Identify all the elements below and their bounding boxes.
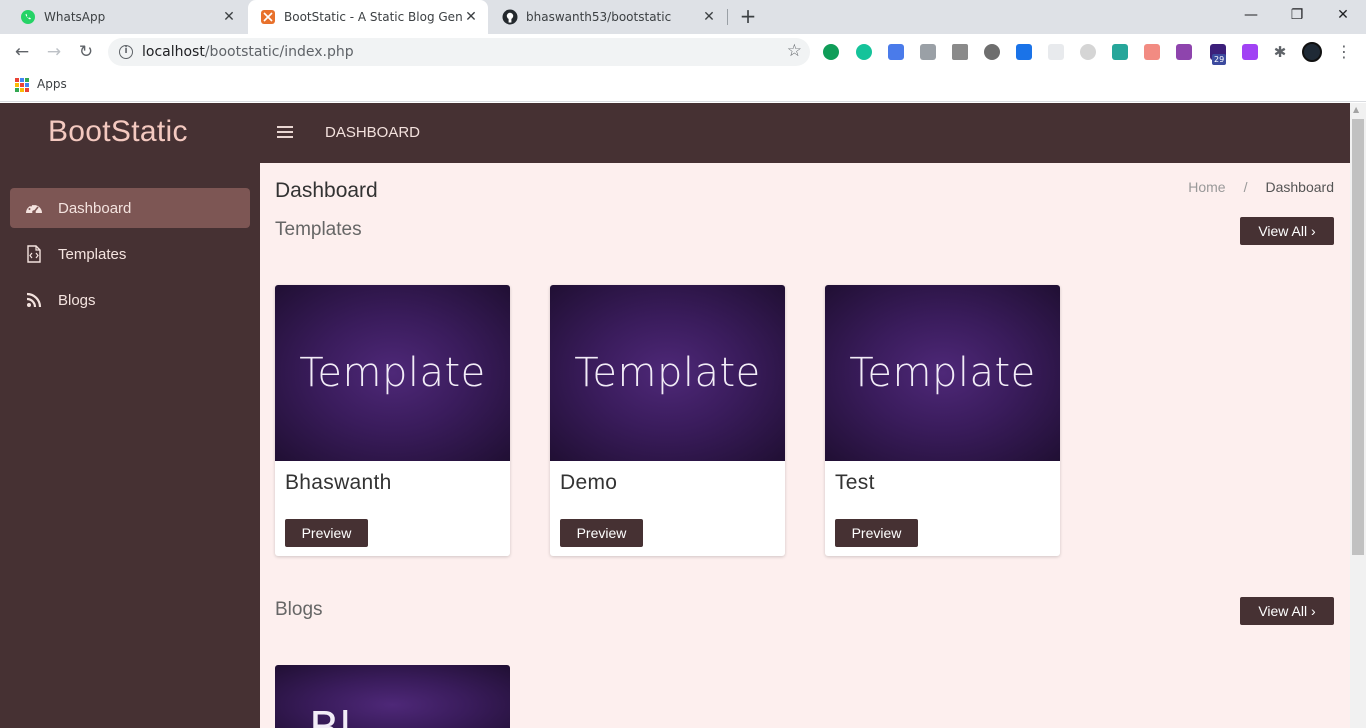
bookmark-star-icon[interactable]: ☆	[787, 41, 802, 61]
page-viewport: BootStatic DASHBOARD Dashboard Templates…	[0, 103, 1366, 728]
template-thumbnail[interactable]: Template	[825, 285, 1060, 461]
close-tab-icon[interactable]: ✕	[462, 9, 480, 25]
apps-bookmark[interactable]: Apps	[37, 77, 67, 91]
thumbnail-text: Bl	[309, 703, 351, 728]
restore-window-icon[interactable]: ❐	[1274, 0, 1320, 30]
template-name: Test	[835, 471, 875, 494]
sidebar-item-label: Blogs	[58, 291, 96, 309]
browser-tab-strip: WhatsApp ✕ BootStatic - A Static Blog Ge…	[0, 0, 1366, 34]
blogs-view-all-button[interactable]: View All ›	[1240, 597, 1334, 625]
template-thumbnail[interactable]: Template	[275, 285, 510, 461]
extension-icon[interactable]	[1144, 44, 1160, 60]
preview-button[interactable]: Preview	[835, 519, 918, 547]
thumbnail-text: Template	[849, 350, 1036, 396]
extension-icon[interactable]	[1112, 44, 1128, 60]
template-card: Template Bhaswanth Preview	[275, 285, 510, 556]
blog-card-thumbnail[interactable]: Bl	[275, 665, 510, 728]
vue-devtools-icon[interactable]	[952, 44, 968, 60]
evernote-extension-icon[interactable]	[823, 44, 839, 60]
scroll-up-arrow-icon[interactable]: ▲	[1353, 105, 1359, 114]
tab-github[interactable]: bhaswanth53/bootstatic ✕	[490, 0, 726, 34]
tab-bootstatic[interactable]: BootStatic - A Static Blog Genera ✕	[248, 0, 488, 34]
close-window-icon[interactable]: ✕	[1320, 0, 1366, 30]
blogs-section-title: Blogs	[275, 599, 323, 620]
hamburger-menu-icon[interactable]	[277, 126, 293, 138]
breadcrumb-home-link[interactable]: Home	[1188, 179, 1225, 195]
whatsapp-icon	[21, 10, 35, 24]
apps-grid-icon[interactable]	[15, 78, 29, 92]
sidebar-item-templates[interactable]: Templates	[10, 234, 250, 274]
template-card: Template Demo Preview	[550, 285, 785, 556]
tab-title: BootStatic - A Static Blog Genera	[284, 10, 462, 24]
extension-icon[interactable]	[1016, 44, 1032, 60]
new-tab-button[interactable]: +	[736, 5, 760, 29]
back-arrow-icon[interactable]: ←	[10, 40, 34, 64]
thumbnail-text: Template	[574, 350, 761, 396]
site-info-icon[interactable]: i	[119, 45, 133, 59]
scrollbar-thumb[interactable]	[1352, 119, 1364, 555]
tab-title: bhaswanth53/bootstatic	[526, 10, 672, 24]
sidebar: Dashboard Templates Blogs	[0, 163, 260, 728]
breadcrumb: Home / Dashboard	[1188, 179, 1334, 195]
extension-badge: 29	[1212, 54, 1227, 65]
github-icon	[502, 9, 518, 25]
navbar-page-title: DASHBOARD	[325, 124, 421, 141]
preview-button[interactable]: Preview	[560, 519, 643, 547]
grammarly-extension-icon[interactable]	[856, 44, 872, 60]
bootstatic-favicon-icon	[261, 10, 275, 24]
extension-icon[interactable]	[888, 44, 904, 60]
page-title: Dashboard	[275, 179, 378, 202]
page-scrollbar[interactable]: ▲	[1350, 103, 1366, 728]
sidebar-item-dashboard[interactable]: Dashboard	[10, 188, 250, 228]
tab-whatsapp[interactable]: WhatsApp ✕	[8, 0, 246, 34]
close-tab-icon[interactable]: ✕	[220, 9, 238, 25]
extensions-puzzle-icon[interactable]: ✱	[1272, 44, 1288, 60]
browser-toolbar: ← → ↻ i localhost/bootstatic/index.php ☆…	[0, 34, 1366, 70]
close-tab-icon[interactable]: ✕	[700, 9, 718, 25]
sidebar-item-blogs[interactable]: Blogs	[10, 280, 250, 320]
templates-view-all-button[interactable]: View All ›	[1240, 217, 1334, 245]
dashboard-gauge-icon	[24, 198, 44, 218]
url-host: localhost	[142, 44, 205, 60]
url-text: localhost/bootstatic/index.php	[142, 44, 354, 60]
breadcrumb-current: Dashboard	[1265, 179, 1335, 195]
browser-menu-icon[interactable]: ⋮	[1336, 42, 1352, 62]
extension-icon[interactable]	[984, 44, 1000, 60]
preview-button[interactable]: Preview	[285, 519, 368, 547]
reload-icon[interactable]: ↻	[74, 40, 98, 64]
profile-avatar[interactable]	[1302, 42, 1322, 62]
breadcrumb-separator: /	[1243, 179, 1248, 195]
sidebar-item-label: Templates	[58, 245, 127, 263]
forward-arrow-icon[interactable]: →	[42, 40, 66, 64]
bookmarks-bar: Apps	[0, 70, 1366, 102]
extension-icon[interactable]	[1176, 44, 1192, 60]
sidebar-item-label: Dashboard	[58, 199, 132, 217]
extension-icon[interactable]	[1048, 44, 1064, 60]
rss-icon	[24, 290, 44, 310]
template-card: Template Test Preview	[825, 285, 1060, 556]
main-content: Dashboard Home / Dashboard Templates Vie…	[260, 163, 1350, 728]
file-code-icon	[24, 244, 44, 264]
templates-section-title: Templates	[275, 219, 362, 240]
address-bar[interactable]: i localhost/bootstatic/index.php ☆	[108, 38, 810, 66]
brand-logo[interactable]: BootStatic	[48, 115, 188, 149]
tab-title: WhatsApp	[44, 10, 106, 24]
template-name: Demo	[560, 471, 618, 494]
extension-icon[interactable]	[1080, 44, 1096, 60]
minimize-window-icon[interactable]: —	[1228, 0, 1274, 30]
extension-icon[interactable]	[1242, 44, 1258, 60]
thumbnail-text: Template	[299, 350, 486, 396]
template-thumbnail[interactable]: Template	[550, 285, 785, 461]
camera-extension-icon[interactable]	[920, 44, 936, 60]
tab-separator	[727, 9, 728, 25]
top-navbar: BootStatic DASHBOARD	[0, 103, 1350, 163]
template-name: Bhaswanth	[285, 471, 392, 494]
url-path: /bootstatic/index.php	[204, 44, 354, 60]
